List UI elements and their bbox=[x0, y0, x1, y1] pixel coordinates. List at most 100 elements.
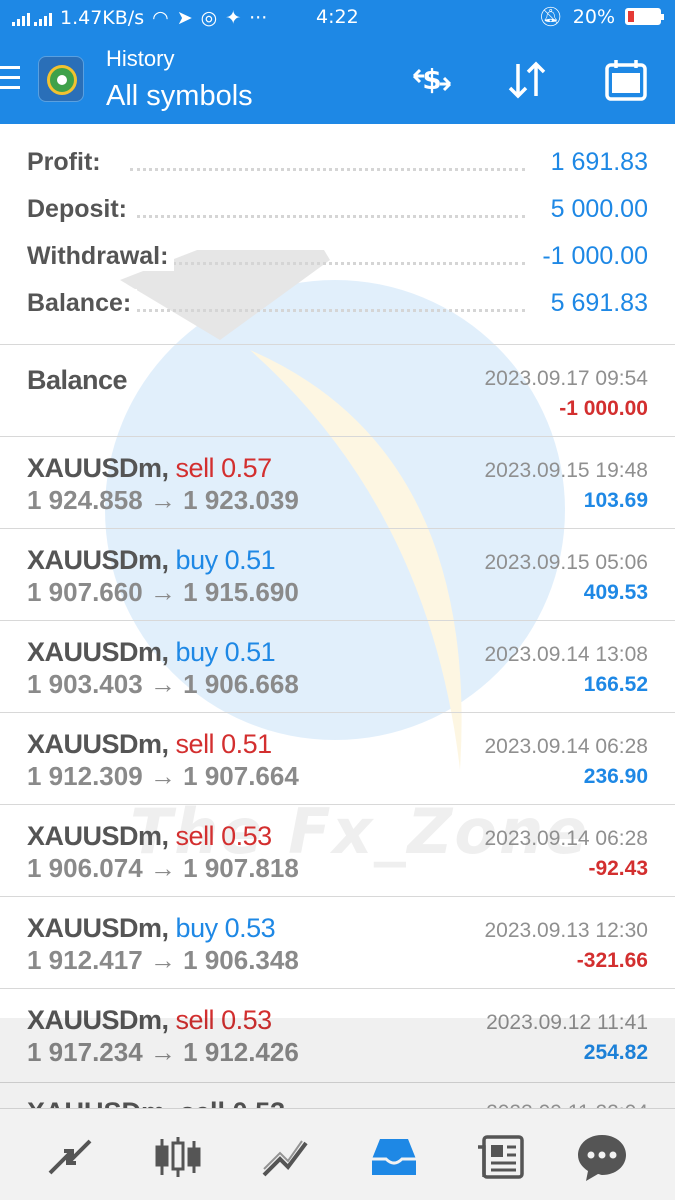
svg-text:$: $ bbox=[422, 63, 441, 96]
page-title[interactable]: All symbols bbox=[106, 80, 253, 113]
trade-symbol: XAUUSDm, bbox=[27, 637, 169, 667]
open-price: 1 907.660 bbox=[27, 577, 143, 607]
summary-profit: Profit: 1 691.83 bbox=[0, 144, 675, 184]
close-price: 1 906.668 bbox=[183, 669, 299, 699]
trade-side-label: sell bbox=[175, 453, 215, 483]
trade-volume: 0.51 bbox=[224, 545, 276, 575]
news-icon[interactable] bbox=[474, 1129, 530, 1185]
trade-datetime: 2023.09.14 06:28 bbox=[484, 735, 649, 758]
trade-profit: -92.43 bbox=[588, 857, 648, 880]
open-price: 1 912.309 bbox=[27, 761, 143, 791]
trade-row[interactable]: XAUUSDm, buy 0.51 1 907.660 → 1 915.690 20… bbox=[0, 528, 675, 620]
trade-symbol: XAUUSDm, bbox=[27, 453, 169, 483]
trade-prices: 1 912.309 → 1 907.664 bbox=[27, 761, 299, 792]
balance-label: Balance bbox=[27, 365, 128, 395]
arrow-right-icon: → bbox=[149, 853, 176, 883]
menu-icon[interactable] bbox=[0, 66, 20, 96]
close-price: 1 907.664 bbox=[183, 761, 299, 791]
trade-datetime: 2023.09.14 06:28 bbox=[484, 827, 649, 850]
close-price: 1 915.690 bbox=[183, 577, 299, 607]
trade-title: XAUUSDm, sell 0.53 bbox=[27, 1005, 272, 1036]
arrow-right-icon: → bbox=[149, 669, 176, 699]
trade-side-label: sell bbox=[175, 821, 215, 851]
summary-balance: Balance: 5 691.83 bbox=[0, 285, 675, 325]
trade-datetime: 2023.09.13 12:30 bbox=[484, 919, 649, 942]
trade-row[interactable]: XAUUSDm, sell 0.57 1 924.858 → 1 923.039 2… bbox=[0, 436, 675, 528]
summary-value: 1 691.83 bbox=[544, 148, 648, 177]
arrow-right-icon: → bbox=[149, 761, 176, 791]
cell-signal-icon bbox=[12, 10, 30, 26]
summary-value: 5 691.83 bbox=[544, 289, 648, 318]
summary-label: Withdrawal: bbox=[27, 242, 175, 271]
page-subtitle: History bbox=[106, 46, 175, 71]
clock: 4:22 bbox=[316, 6, 359, 28]
trade-prices: 1 907.660 → 1 915.690 bbox=[27, 577, 299, 608]
open-price: 1 903.403 bbox=[27, 669, 143, 699]
trade-row[interactable]: XAUUSDm, sell 0.53 1 906.074 → 1 907.818 2… bbox=[0, 804, 675, 896]
dotted-leader bbox=[130, 168, 525, 171]
trade-side: sell 0.51 bbox=[175, 729, 273, 759]
trade-row[interactable]: XAUUSDm, sell 0.51 1 912.309 → 1 907.664 2… bbox=[0, 712, 675, 804]
summary-label: Profit: bbox=[27, 148, 107, 177]
trade-profit: 236.90 bbox=[583, 765, 648, 788]
chat-icon[interactable] bbox=[574, 1129, 630, 1185]
trade-volume: 0.51 bbox=[224, 637, 276, 667]
trade-row[interactable]: XAUUSDm, sell 0.53 1 917.234 → 1 912.426 2… bbox=[0, 988, 675, 1080]
status-bar: 1.47KB/s ◠ ➤ ◎ ✦ ··· 4:22 🔕︎ 20% bbox=[0, 0, 675, 36]
trade-side-label: buy bbox=[175, 545, 219, 575]
trade-title: XAUUSDm, buy 0.51 bbox=[27, 545, 276, 576]
trade-row[interactable]: XAUUSDm, buy 0.51 1 903.403 → 1 906.668 20… bbox=[0, 620, 675, 712]
arrow-right-icon: → bbox=[149, 1037, 176, 1067]
trade-side-label: sell bbox=[175, 1005, 215, 1035]
trade-title: XAUUSDm, buy 0.53 bbox=[27, 913, 276, 944]
instagram-icon: ◎ bbox=[200, 7, 218, 29]
deposit-withdraw-icon[interactable]: $ bbox=[408, 56, 456, 104]
trade-prices: 1 903.403 → 1 906.668 bbox=[27, 669, 299, 700]
trade-side: buy 0.53 bbox=[176, 913, 276, 943]
trade-side: buy 0.51 bbox=[176, 637, 276, 667]
network-speed: 1.47KB/s bbox=[60, 7, 145, 29]
trade-side-label: buy bbox=[175, 913, 219, 943]
chart-icon[interactable] bbox=[150, 1129, 206, 1185]
calendar-icon[interactable] bbox=[602, 56, 650, 104]
trade-icon[interactable] bbox=[258, 1129, 314, 1185]
trade-row[interactable]: XAUUSDm, buy 0.53 1 912.417 → 1 906.348 20… bbox=[0, 896, 675, 988]
arrow-right-icon: → bbox=[149, 945, 176, 975]
mute-bell-icon: 🔕︎ bbox=[538, 6, 563, 28]
balance-row[interactable]: Balance 2023.09.17 09:54 -1 000.00 bbox=[0, 344, 675, 436]
close-price: 1 923.039 bbox=[183, 485, 299, 515]
dotted-leader bbox=[130, 215, 525, 218]
summary-value: -1 000.00 bbox=[536, 242, 648, 271]
trade-side: sell 0.53 bbox=[175, 821, 273, 851]
metatrader-logo bbox=[38, 56, 84, 102]
sort-icon[interactable] bbox=[503, 56, 551, 104]
quotes-icon[interactable] bbox=[42, 1129, 98, 1185]
summary-label: Deposit: bbox=[27, 195, 133, 224]
trade-side-label: buy bbox=[175, 637, 219, 667]
trade-profit: 166.52 bbox=[583, 673, 648, 696]
wifi-icon: ◠ bbox=[152, 7, 169, 29]
trade-symbol: XAUUSDm, bbox=[27, 545, 169, 575]
account-summary: Profit: 1 691.83 Deposit: 5 000.00 Withd… bbox=[0, 124, 675, 344]
trade-volume: 0.53 bbox=[221, 1005, 272, 1035]
trade-datetime: 2023.09.15 05:06 bbox=[484, 551, 649, 574]
battery-icon bbox=[625, 8, 664, 25]
trade-datetime: 2023.09.14 13:08 bbox=[484, 643, 649, 666]
trade-prices: 1 906.074 → 1 907.818 bbox=[27, 853, 299, 884]
trade-title: XAUUSDm, sell 0.57 bbox=[27, 453, 272, 484]
history-icon[interactable] bbox=[366, 1129, 422, 1185]
trade-side: sell 0.57 bbox=[175, 453, 273, 483]
arrow-right-icon: → bbox=[149, 485, 176, 515]
close-price: 1 907.818 bbox=[183, 853, 299, 883]
trade-symbol: XAUUSDm, bbox=[27, 1005, 169, 1035]
arrow-right-icon: → bbox=[149, 577, 176, 607]
close-price: 1 912.426 bbox=[183, 1037, 299, 1067]
trade-symbol: XAUUSDm, bbox=[27, 729, 169, 759]
row-datetime: 2023.09.17 09:54 bbox=[484, 367, 649, 390]
trade-profit: 409.53 bbox=[583, 581, 648, 604]
trade-side-label: sell bbox=[175, 729, 215, 759]
trade-volume: 0.53 bbox=[221, 821, 272, 851]
trade-volume: 0.51 bbox=[221, 729, 272, 759]
trade-profit: 254.82 bbox=[583, 1041, 648, 1064]
twitter-icon: ✦ bbox=[225, 7, 242, 29]
